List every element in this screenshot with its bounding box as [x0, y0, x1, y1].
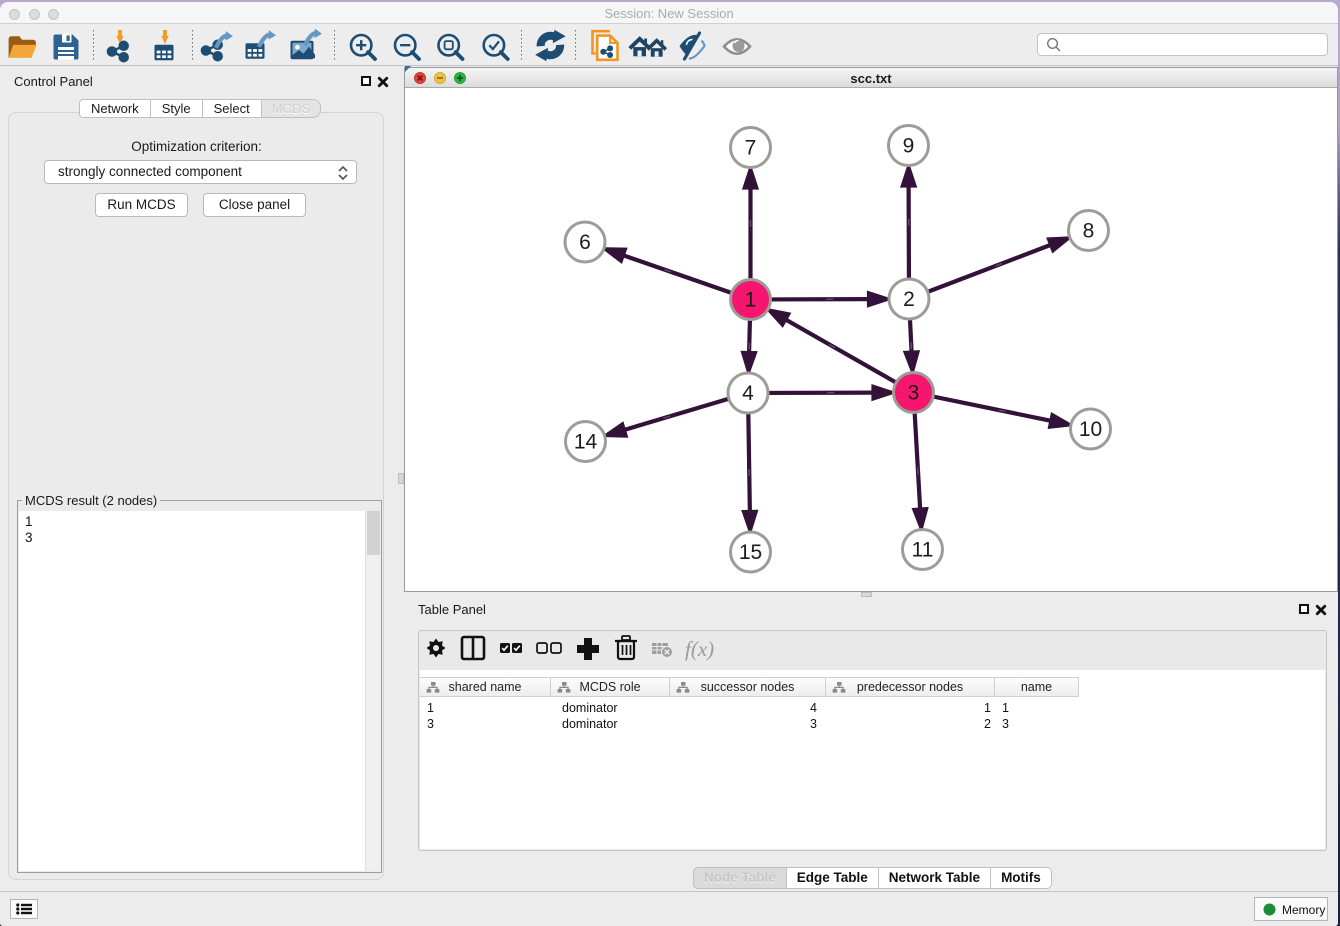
svg-text:7: 7 [745, 137, 757, 160]
svg-text:10: 10 [1079, 418, 1102, 441]
svg-text:15: 15 [739, 541, 762, 564]
svg-text:2: 2 [903, 288, 915, 311]
svg-text:8: 8 [1083, 220, 1095, 243]
svg-text:11: 11 [912, 539, 934, 562]
svg-text:3: 3 [908, 382, 920, 405]
svg-text:14: 14 [574, 431, 598, 454]
svg-text:6: 6 [579, 231, 591, 254]
svg-text:4: 4 [742, 382, 754, 405]
svg-text:9: 9 [903, 135, 915, 158]
svg-text:f(x): f(x) [685, 637, 714, 661]
svg-text:1: 1 [745, 289, 757, 312]
